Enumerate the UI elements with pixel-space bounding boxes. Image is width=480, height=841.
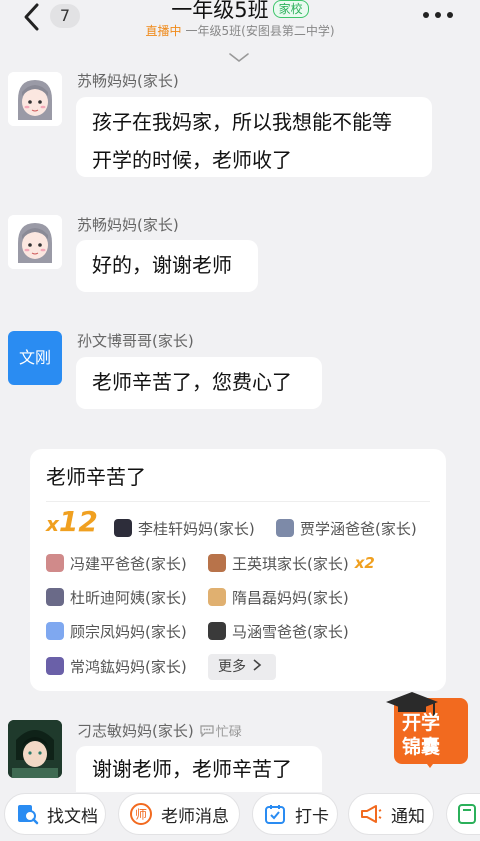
- group-type-tag: 家校: [272, 0, 309, 18]
- avatar[interactable]: 文刚: [8, 331, 62, 385]
- chat-header: 7 一年级5班 家校 直播中 一年级5班(安图县第二中学): [0, 0, 480, 64]
- teacher-messages-label: 老师消息: [161, 806, 229, 827]
- chat-title[interactable]: 一年级5班 家校: [0, 0, 480, 24]
- sender-name-text: 刁志敏妈妈(家长): [77, 722, 194, 740]
- person-avatar: [276, 519, 294, 537]
- praise-person[interactable]: 王英琪家长(家长) x2: [208, 551, 375, 575]
- message-line: 谢谢老师，老师辛苦了: [92, 757, 292, 781]
- person-avatar: [208, 622, 226, 640]
- notice-label: 通知: [391, 806, 425, 827]
- message-line: 开学的时候，老师收了: [92, 148, 292, 172]
- find-docs-button[interactable]: 找文档: [4, 793, 106, 835]
- avatar[interactable]: [8, 72, 62, 126]
- avatar[interactable]: [8, 215, 62, 269]
- status-text: 忙碌: [215, 725, 242, 740]
- person-name: 冯建平爸爸(家长): [70, 554, 187, 573]
- sender-name: 刁志敏妈妈(家长) 忙碌: [77, 720, 242, 741]
- person-name: 马涵雪爸爸(家长): [232, 622, 349, 641]
- person-avatar: [46, 622, 64, 640]
- praise-card[interactable]: 老师辛苦了 x12 李桂轩妈妈(家长) 贾学涵爸爸(家长) 冯建平爸爸(家长) …: [30, 449, 446, 691]
- busy-status: 忙碌: [200, 725, 242, 740]
- person-name: 顾宗凤妈妈(家长): [70, 622, 187, 641]
- multiplier-badge: x2: [354, 554, 375, 572]
- person-avatar: [114, 519, 132, 537]
- checkin-button[interactable]: 打卡: [252, 793, 338, 835]
- count-number: 12: [58, 505, 98, 538]
- person-name: 常鸿鈜妈妈(家长): [70, 657, 187, 676]
- avatar[interactable]: [8, 720, 62, 778]
- message-line: 老师辛苦了，您费心了: [92, 370, 292, 394]
- sender-name: 苏畅妈妈(家长): [77, 72, 179, 90]
- praise-person[interactable]: 杜昕迪阿姨(家长): [46, 585, 187, 609]
- person-name: 杜昕迪阿姨(家长): [70, 588, 187, 607]
- svg-text:师: 师: [135, 808, 147, 822]
- praise-person[interactable]: 贾学涵爸爸(家长): [276, 516, 417, 540]
- person-name: 贾学涵爸爸(家长): [300, 519, 417, 538]
- divider: [46, 501, 430, 502]
- count-prefix: x: [46, 512, 59, 536]
- praise-person[interactable]: 李桂轩妈妈(家长): [114, 516, 255, 540]
- praise-person[interactable]: 常鸿鈜妈妈(家长): [46, 654, 187, 678]
- person-avatar: [208, 554, 226, 572]
- live-status[interactable]: 直播中: [145, 24, 181, 38]
- find-docs-label: 找文档: [47, 806, 98, 827]
- anime-character-avatar-icon: [8, 720, 62, 778]
- message-line: 孩子在我妈家，所以我想能不能等: [92, 110, 392, 134]
- person-avatar: [46, 588, 64, 606]
- more-options-icon[interactable]: [420, 6, 456, 24]
- speech-bubble-icon: [200, 725, 214, 738]
- person-avatar: [46, 657, 64, 675]
- chat-subtitle: 直播中 一年级5班(安图县第二中学): [0, 22, 480, 39]
- chevron-down-icon[interactable]: [228, 52, 250, 64]
- notice-button[interactable]: 通知: [348, 793, 434, 835]
- praise-person[interactable]: 马涵雪爸爸(家长): [208, 619, 349, 643]
- more-label: 更多: [218, 659, 246, 675]
- group-name: 一年级5班: [171, 0, 269, 22]
- cartoon-girl-avatar-icon: [8, 215, 62, 269]
- praise-title: 老师辛苦了: [46, 465, 146, 489]
- extra-tool-button[interactable]: [446, 793, 480, 835]
- praise-person[interactable]: 隋昌磊妈妈(家长): [208, 585, 349, 609]
- teacher-messages-button[interactable]: 师 老师消息: [118, 793, 240, 835]
- person-name: 隋昌磊妈妈(家长): [232, 588, 349, 607]
- search-document-icon: [18, 805, 39, 825]
- sender-name: 孙文博哥哥(家长): [77, 332, 194, 350]
- calendar-check-icon: [265, 805, 285, 824]
- message-bubble[interactable]: 孩子在我妈家，所以我想能不能等 开学的时候，老师收了: [76, 97, 432, 177]
- checkin-label: 打卡: [295, 806, 329, 827]
- praise-count: x12: [46, 505, 98, 538]
- message-bubble[interactable]: 谢谢老师，老师辛苦了: [76, 746, 322, 792]
- kaixue-badge[interactable]: 开学 锦囊: [384, 690, 468, 770]
- badge-line-2: 锦囊: [402, 736, 441, 758]
- cartoon-girl-avatar-icon: [8, 72, 62, 126]
- chevron-right-icon: [253, 659, 262, 671]
- praise-person[interactable]: 冯建平爸爸(家长): [46, 551, 187, 575]
- notebook-icon: [458, 804, 476, 824]
- sender-name: 苏畅妈妈(家长): [77, 216, 179, 234]
- badge-line-1: 开学: [402, 712, 441, 734]
- person-name: 李桂轩妈妈(家长): [138, 519, 255, 538]
- message-bubble[interactable]: 好的，谢谢老师: [76, 240, 258, 292]
- person-name: 王英琪家长(家长): [232, 554, 349, 573]
- person-avatar: [46, 554, 64, 572]
- message-line: 好的，谢谢老师: [92, 253, 232, 277]
- show-more-button[interactable]: 更多: [208, 654, 276, 680]
- group-school: 一年级5班(安图县第二中学): [185, 24, 335, 38]
- message-bubble[interactable]: 老师辛苦了，您费心了: [76, 357, 322, 409]
- megaphone-icon: [361, 805, 382, 823]
- person-avatar: [208, 588, 226, 606]
- praise-person[interactable]: 顾宗凤妈妈(家长): [46, 619, 187, 643]
- teacher-icon: 师: [130, 803, 152, 825]
- bottom-toolbar: 找文档 师 老师消息 打卡 通知: [0, 793, 480, 841]
